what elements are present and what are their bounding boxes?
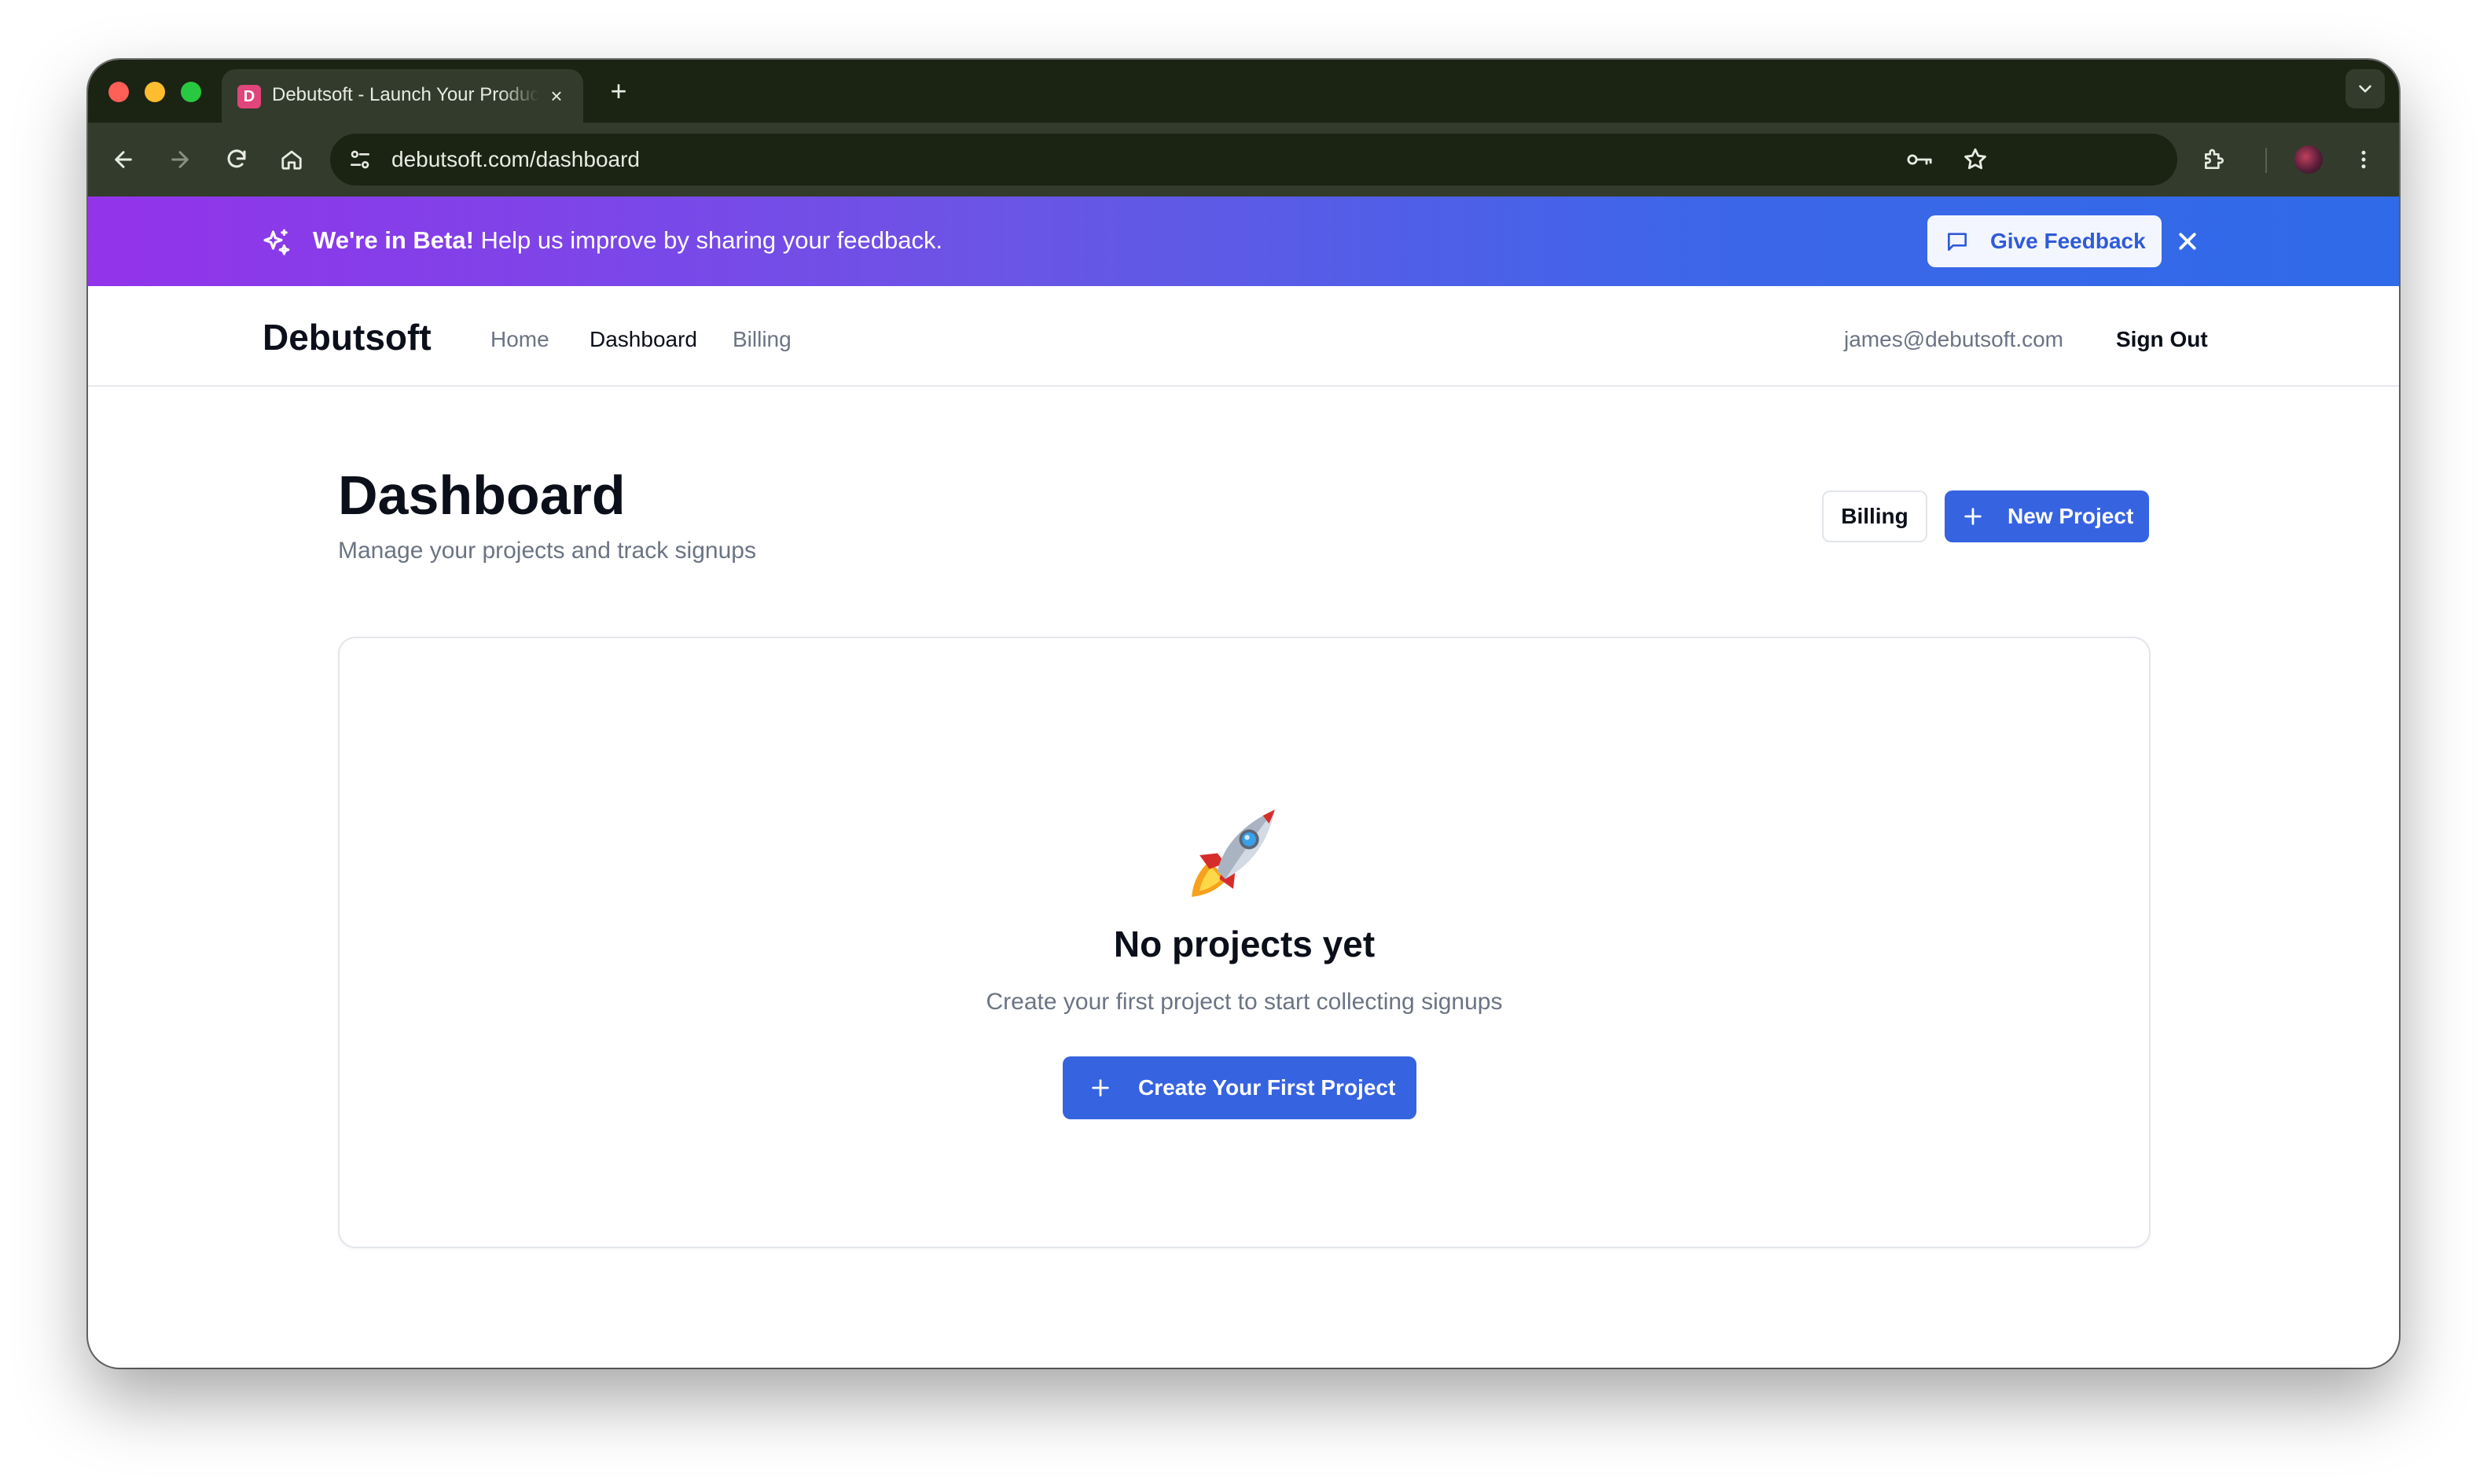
home-icon	[281, 150, 302, 170]
tab-search-button[interactable]	[2346, 69, 2385, 108]
banner-bold-text: We're in Beta!	[313, 226, 474, 254]
give-feedback-button[interactable]: Give Feedback	[1927, 215, 2162, 267]
sign-out-button[interactable]: Sign Out	[2116, 327, 2208, 352]
kebab-menu-icon	[2361, 150, 2366, 169]
reload-button[interactable]	[217, 140, 256, 179]
profile-button[interactable]	[2289, 140, 2328, 179]
url-text: debutsoft.com/dashboard	[391, 147, 640, 171]
new-tab-button[interactable]: +	[601, 74, 637, 110]
browser-window: D Debutsoft - Launch Your Product × + de…	[88, 60, 2399, 1368]
puzzle-icon	[2205, 149, 2224, 169]
empty-state-card: No projects yet Create your first projec…	[338, 637, 2151, 1248]
site-navbar: Debutsoft Home Dashboard Billing james@d…	[88, 286, 2399, 387]
nav-link-dashboard[interactable]: Dashboard	[590, 327, 697, 352]
password-key-icon[interactable]	[1905, 146, 1934, 177]
rocket-icon	[1188, 802, 1287, 901]
home-button[interactable]	[272, 140, 311, 179]
empty-state-subtitle: Create your first project to start colle…	[986, 989, 1503, 1015]
sparkles-icon	[259, 226, 292, 259]
new-project-button[interactable]: New Project	[1945, 490, 2149, 542]
message-square-icon	[1945, 229, 1970, 259]
empty-state-title: No projects yet	[1113, 924, 1376, 964]
maximize-window-button[interactable]	[181, 82, 201, 102]
bookmark-star-icon[interactable]	[1962, 146, 1989, 177]
nav-link-billing[interactable]: Billing	[733, 327, 792, 352]
plus-icon	[1089, 1077, 1111, 1104]
address-bar[interactable]: debutsoft.com/dashboard	[330, 134, 2177, 186]
create-first-project-button[interactable]: Create Your First Project	[1063, 1056, 1416, 1119]
chevron-down-icon	[2359, 85, 2371, 93]
brand-logo[interactable]: Debutsoft	[263, 316, 432, 358]
arrow-left-icon	[115, 151, 132, 168]
menu-button[interactable]	[2344, 140, 2383, 179]
user-email: james@debutsoft.com	[1844, 327, 2063, 351]
minimize-window-button[interactable]	[145, 82, 165, 102]
toolbar-divider	[2265, 148, 2267, 173]
banner-close-button[interactable]	[2171, 225, 2204, 258]
extensions-button[interactable]	[2195, 140, 2234, 179]
forward-button[interactable]	[160, 140, 200, 179]
beta-banner: We're in Beta! Help us improve by sharin…	[88, 197, 2399, 286]
page-subtitle: Manage your projects and track signups	[338, 538, 756, 564]
new-project-label: New Project	[2008, 504, 2134, 528]
close-icon	[2179, 233, 2196, 250]
avatar	[2294, 145, 2323, 174]
browser-toolbar: debutsoft.com/dashboard	[88, 123, 2399, 197]
banner-text: Help us improve by sharing your feedback…	[473, 226, 943, 254]
tab-strip: D Debutsoft - Launch Your Product × +	[88, 60, 2399, 123]
create-first-project-label: Create Your First Project	[1138, 1075, 1396, 1100]
banner-message: We're in Beta! Help us improve by sharin…	[313, 226, 942, 255]
reload-icon	[227, 149, 246, 168]
tab-close-button[interactable]: ×	[542, 82, 571, 110]
favicon-icon: D	[237, 85, 261, 108]
browser-tab[interactable]: D Debutsoft - Launch Your Product ×	[222, 69, 583, 123]
give-feedback-label: Give Feedback	[1990, 229, 2146, 253]
nav-link-home[interactable]: Home	[490, 327, 549, 352]
site-settings-icon[interactable]	[347, 147, 373, 176]
back-button[interactable]	[104, 140, 143, 179]
billing-button[interactable]: Billing	[1822, 490, 1927, 542]
tab-title: Debutsoft - Launch Your Product	[272, 84, 539, 105]
plus-icon	[1962, 505, 1984, 533]
close-window-button[interactable]	[108, 82, 129, 102]
page-title: Dashboard	[338, 465, 626, 526]
arrow-right-icon	[171, 151, 189, 168]
